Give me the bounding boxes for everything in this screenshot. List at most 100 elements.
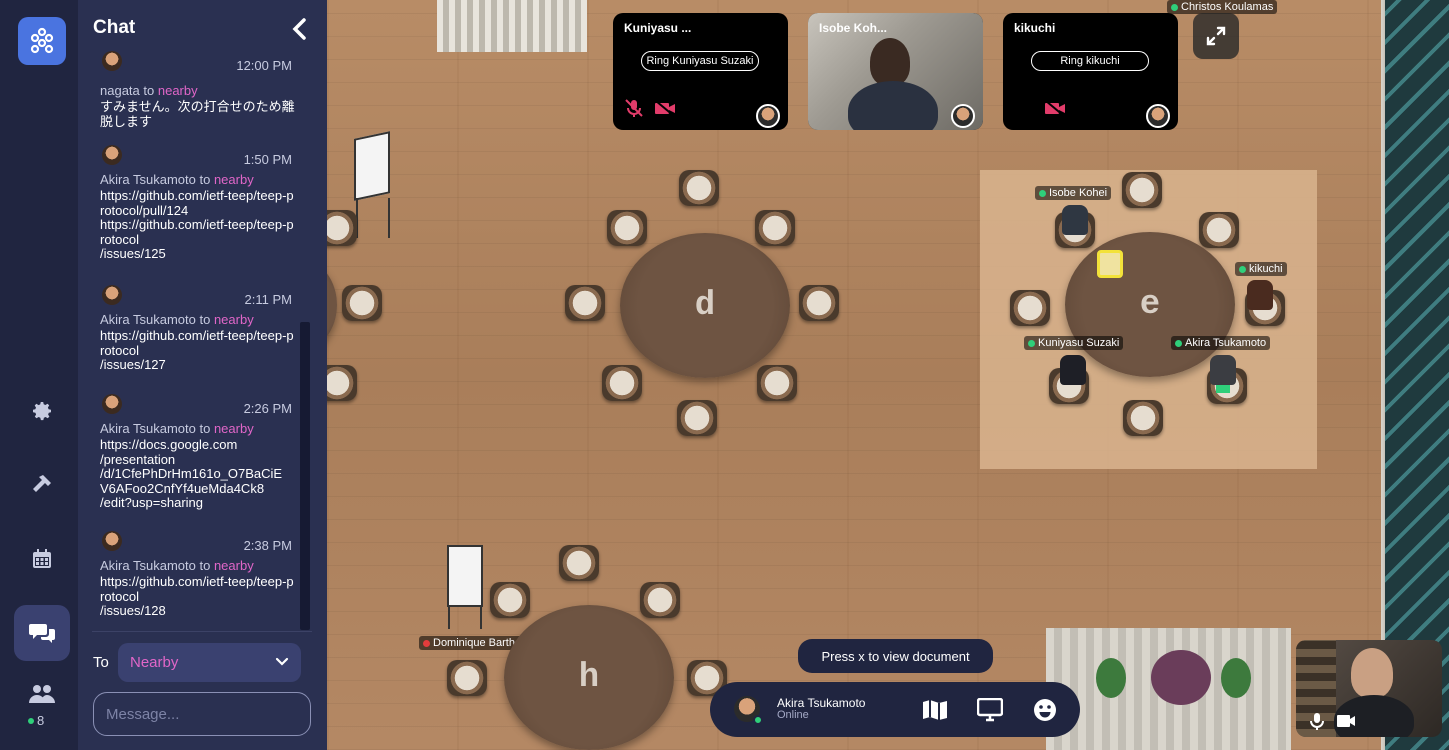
sender-avatar — [102, 531, 122, 551]
message-sender: Akira Tsukamoto to nearby — [100, 421, 254, 436]
tile-avatar — [1146, 104, 1170, 128]
calendar-icon[interactable] — [14, 531, 70, 587]
emoji-icon[interactable] — [1030, 695, 1060, 725]
document-icon[interactable] — [1097, 250, 1123, 278]
participants-count-text: 8 — [37, 713, 45, 728]
chair — [677, 400, 717, 436]
plant — [1221, 658, 1251, 698]
chair — [342, 285, 382, 321]
chair — [755, 210, 795, 246]
message-target: nearby — [213, 558, 254, 573]
lounge-area — [1046, 628, 1291, 750]
chair — [640, 582, 680, 618]
floor-rug — [437, 0, 587, 52]
chair — [447, 660, 487, 696]
nametag-kuniyasu-text: Kuniyasu Suzaki — [1038, 337, 1120, 349]
chair — [559, 545, 599, 581]
gather-logo-icon[interactable] — [18, 17, 66, 65]
mic-muted-icon — [625, 99, 643, 117]
nametag-kuniyasu: Kuniyasu Suzaki — [1024, 336, 1124, 350]
collapse-chevron-icon[interactable] — [290, 17, 310, 41]
chair — [327, 365, 357, 401]
nametag-christos: Christos Koulamas — [1167, 0, 1278, 14]
view-document-hint: Press x to view document — [798, 639, 993, 673]
chair — [490, 582, 530, 618]
left-rail: 8 — [0, 0, 78, 750]
sender-name: Akira Tsukamoto — [100, 558, 196, 573]
table-h[interactable]: h — [504, 605, 674, 750]
expand-icon[interactable] — [1193, 13, 1239, 59]
person-head — [1351, 648, 1393, 698]
tile-avatar — [951, 104, 975, 128]
message-input[interactable] — [93, 692, 311, 736]
table-d[interactable]: d — [620, 233, 790, 378]
chair — [607, 210, 647, 246]
table-e[interactable]: e — [1065, 232, 1235, 377]
easel-legs — [448, 605, 482, 629]
user-status: Online — [777, 709, 809, 721]
message-sender: Akira Tsukamoto to nearby — [100, 558, 254, 573]
sender-to-word: to — [143, 83, 155, 98]
ring-button[interactable]: Ring kikuchi — [1031, 51, 1149, 71]
sender-to-word: to — [199, 312, 211, 327]
settings-gear-icon[interactable] — [14, 383, 70, 439]
message-time: 12:00 PM — [236, 58, 292, 73]
nametag-kikuchi: kikuchi — [1235, 262, 1287, 276]
chair — [1123, 400, 1163, 436]
video-tile-kuniyasu[interactable]: Kuniyasu ... Ring Kuniyasu Suzaki — [613, 13, 788, 130]
participants-count: 8 — [28, 713, 44, 728]
whiteboard-easel[interactable] — [354, 131, 390, 201]
avatar-sprite-akira[interactable] — [1210, 355, 1236, 385]
self-camera-preview[interactable] — [1296, 640, 1442, 737]
nametag-christos-text: Christos Koulamas — [1181, 1, 1274, 13]
map-icon[interactable] — [920, 695, 950, 725]
partial-table — [327, 260, 337, 350]
whiteboard-easel[interactable] — [447, 545, 483, 607]
sender-avatar — [102, 285, 122, 305]
build-hammer-icon[interactable] — [14, 456, 70, 512]
message-text: https://github.com/ietf-teep/teep-protoc… — [100, 574, 294, 618]
chair — [1199, 212, 1239, 248]
avatar-sprite-kikuchi[interactable] — [1247, 280, 1273, 310]
plant — [1096, 658, 1126, 698]
chair — [602, 365, 642, 401]
chair — [799, 285, 839, 321]
chair — [1010, 290, 1050, 326]
chat-panel: Chat 12:00 PM nagata to nearby すみません。次の打… — [78, 0, 327, 750]
message-sender: Akira Tsukamoto to nearby — [100, 172, 254, 187]
nametag-akira-text: Akira Tsukamoto — [1185, 337, 1267, 349]
person-head — [870, 38, 910, 86]
video-tile-name: Isobe Koh... — [819, 21, 888, 35]
nametag-isobe-text: Isobe Kohei — [1049, 187, 1108, 199]
chat-bubbles-icon[interactable] — [14, 605, 70, 661]
mic-icon[interactable] — [1310, 712, 1324, 730]
sender-name: nagata — [100, 83, 140, 98]
message-sender: nagata to nearby — [100, 83, 198, 98]
message-time: 2:38 PM — [243, 538, 292, 553]
message-time: 2:11 PM — [244, 292, 292, 307]
recipient-select[interactable]: Nearby — [118, 643, 301, 682]
message-text: https://github.com/ietf-teep/teep-protoc… — [100, 328, 294, 372]
sender-name: Akira Tsukamoto — [100, 421, 196, 436]
recipient-value: Nearby — [130, 654, 179, 671]
chat-title: Chat — [93, 17, 136, 38]
chat-scrollbar[interactable] — [300, 322, 310, 630]
message-text: https://github.com/ietf-teep/teep-protoc… — [100, 188, 294, 261]
camera-icon[interactable] — [1336, 714, 1356, 728]
chat-messages[interactable]: 12:00 PM nagata to nearby すみません。次の打合せのため… — [78, 45, 327, 630]
sender-name: Akira Tsukamoto — [100, 172, 196, 187]
participants-icon[interactable] — [14, 680, 70, 708]
lounge-chair — [1151, 650, 1211, 705]
bottom-bar: Akira Tsukamoto Online — [710, 682, 1080, 737]
ring-button[interactable]: Ring Kuniyasu Suzaki — [641, 51, 759, 71]
message-text: すみません。次の打合せのため離脱します — [100, 99, 295, 129]
chevron-down-icon — [275, 657, 289, 666]
avatar-sprite-kuniyasu[interactable] — [1060, 355, 1086, 385]
video-tile-kikuchi[interactable]: kikuchi Ring kikuchi — [1003, 13, 1178, 130]
video-tile-name: kikuchi — [1014, 21, 1056, 35]
video-tile-isobe[interactable]: Isobe Koh... — [808, 13, 983, 130]
tile-avatar — [756, 104, 780, 128]
screen-share-icon[interactable] — [975, 695, 1005, 725]
avatar-sprite-isobe[interactable] — [1062, 205, 1088, 235]
sender-avatar — [102, 145, 122, 165]
